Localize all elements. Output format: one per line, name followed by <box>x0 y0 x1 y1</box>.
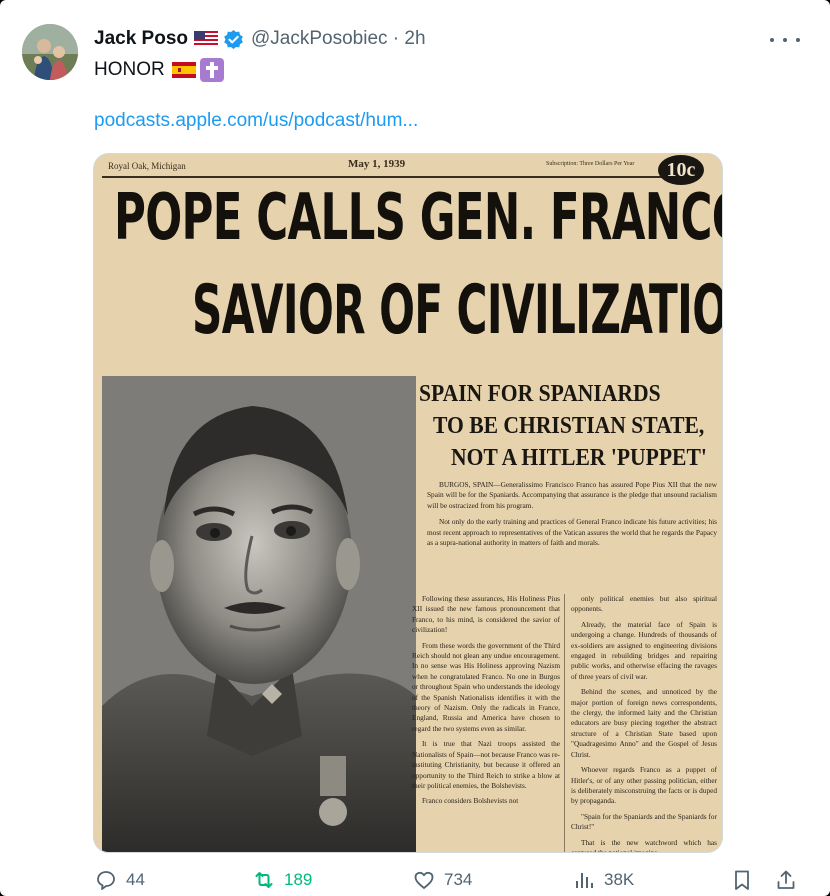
article-intro: BURGOS, SPAIN—Generalissimo Francisco Fr… <box>427 480 717 548</box>
column1-paragraph-1: Following these assurances, His Holiness… <box>412 594 560 635</box>
column2-paragraph-2: Already, the material face of Spain is u… <box>571 619 717 681</box>
headline-line-2: SAVIOR OF CIVILIZATION <box>192 271 723 350</box>
verified-badge-icon[interactable] <box>223 29 244 50</box>
column1-paragraph-4: Franco considers Bolshevists not <box>422 796 519 806</box>
subhead-line-2: TO BE CHRISTIAN STATE, <box>433 413 705 439</box>
views-button[interactable]: 38K <box>572 868 634 892</box>
like-button[interactable]: 734 <box>412 868 472 892</box>
share-icon <box>777 870 795 889</box>
author-avatar[interactable] <box>22 24 78 80</box>
main-headline: POPE CALLS GEN. FRANCO SAVIOR OF CIVILIZ… <box>94 154 723 374</box>
like-count: 734 <box>444 870 473 889</box>
article-column-1: Following these assurances, His Holiness… <box>412 594 560 807</box>
retweet-count: 189 <box>284 870 313 889</box>
avatar-photo <box>22 24 78 80</box>
tweet-action-bar: 44 189 734 38K <box>94 868 810 896</box>
latin-cross-icon <box>199 58 224 82</box>
tweet-text: HONOR <box>94 57 224 83</box>
article-column-2: only political enemies but also spiritua… <box>571 594 717 853</box>
column2-paragraph-3: Behind the scenes, and unnoticed by the … <box>571 687 717 759</box>
share-button[interactable] <box>774 868 806 892</box>
intro-paragraph-1: BURGOS, SPAIN—Generalissimo Francisco Fr… <box>427 480 717 510</box>
subhead-line-3: NOT A HITLER 'PUPPET' <box>451 445 707 471</box>
column2-paragraph-4: Whoever regards Franco as a puppet of Hi… <box>571 765 717 806</box>
reply-button[interactable]: 44 <box>94 868 145 892</box>
column-divider <box>564 594 565 852</box>
newspaper-page: Royal Oak, Michigan May 1, 1939 Subscrip… <box>94 154 723 853</box>
views-count: 38K <box>604 870 635 889</box>
headline-line-1: POPE CALLS GEN. FRANCO <box>114 181 723 255</box>
tweet-text-body: HONOR <box>94 59 165 80</box>
column2-paragraph-5: "Spain for the Spaniards and the Spaniar… <box>571 811 717 832</box>
subhead-line-1: SPAIN FOR SPANIARDS <box>419 381 661 407</box>
spain-flag-icon <box>171 62 196 78</box>
us-flag-icon <box>194 31 218 47</box>
newspaper-image[interactable]: Royal Oak, Michigan May 1, 1939 Subscrip… <box>93 153 723 853</box>
author-name[interactable]: Jack Poso <box>94 28 188 50</box>
retweet-button[interactable]: 189 <box>252 868 312 892</box>
more-options-icon[interactable] <box>770 30 800 50</box>
reply-count: 44 <box>126 870 145 889</box>
tweet-card: Jack Poso @JackPosobiec · 2h HONOR podca… <box>0 0 830 896</box>
bookmark-button[interactable] <box>730 868 762 892</box>
column2-paragraph-1: only political enemies but also spiritua… <box>571 594 717 614</box>
column1-paragraph-2: From these words the government of the T… <box>412 640 560 733</box>
author-handle-time[interactable]: @JackPosobiec · 2h <box>251 28 426 50</box>
column1-paragraph-3: It is true that Nazi troops assisted the… <box>412 739 560 790</box>
franco-portrait <box>102 376 416 852</box>
bookmark-icon <box>735 870 749 890</box>
intro-paragraph-2: Not only do the early training and pract… <box>427 517 717 548</box>
retweet-icon <box>255 872 273 888</box>
tweet-header: Jack Poso @JackPosobiec · 2h <box>94 25 426 53</box>
podcast-link[interactable]: podcasts.apple.com/us/podcast/hum... <box>94 110 418 132</box>
views-chart-icon <box>576 873 593 888</box>
reply-icon <box>97 871 115 890</box>
column2-paragraph-6: That is the new watchword which has capt… <box>571 837 717 853</box>
heart-icon <box>414 871 434 889</box>
